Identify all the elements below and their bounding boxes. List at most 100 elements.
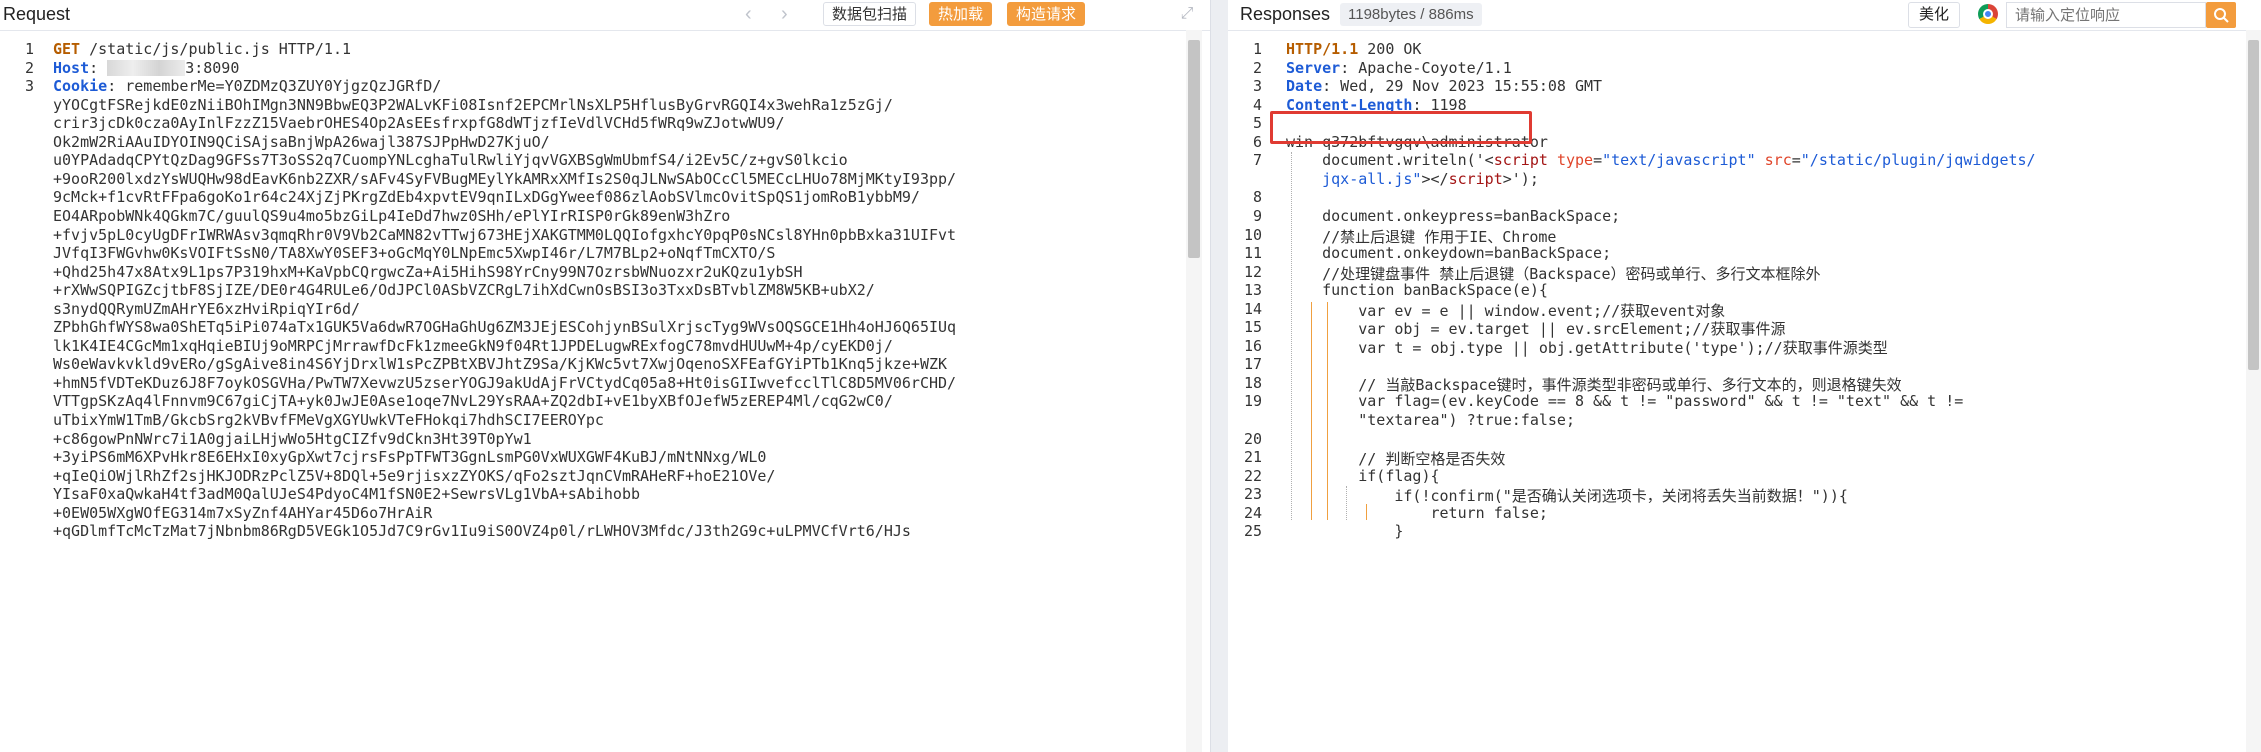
code-token: +0EW05WXgWOfEG314m7xSyZnf4AHYar45D6o7HrA… (53, 503, 433, 522)
indent-guide (1327, 302, 1328, 520)
code-line: +9ooR200lxdzYsWUQHw98dEavK6nb2ZXR/sAFv4S… (53, 170, 956, 188)
code-token: uTbixYmW1TmB/GkcbSrg2kVBvfFMeVgXGYUwkVTe… (53, 411, 604, 429)
code-line: +Qhd25h47x8Atx9L1ps7P319hxM+KaVpbCQrgwcZ… (53, 263, 803, 281)
code-line: +c86gowPnNWrc7i1A0gjaiLHjwWo5HtgCIZfv9dC… (53, 430, 532, 448)
code-token: >'); (1502, 169, 1539, 188)
line-number: 9 (1252, 206, 1262, 225)
code-token: : Wed, 29 Nov 2023 15:55:08 GMT (1322, 77, 1603, 96)
code-line: YIsaF0xaQwkaH4tf3adM0QalUJeS4PdyoC4M1fSN… (53, 485, 640, 503)
line-number: 3 (1252, 77, 1262, 96)
chrome-icon[interactable] (1978, 4, 1998, 24)
beautify-button[interactable]: 美化 (1908, 2, 1961, 28)
prev-arrow-icon[interactable]: ‹ (745, 3, 752, 26)
code-token: Date (1286, 77, 1323, 96)
code-token: type (1556, 151, 1594, 170)
code-line: +rXWwSQPIGZcjtbF8SjIZE/DE0r4G4RULe6/OdJP… (53, 281, 875, 299)
line-number: 16 (1243, 336, 1262, 355)
line-number: 11 (1243, 244, 1262, 263)
code-line: } (1286, 522, 1403, 540)
code-line: +hmN5fVDTeKDuz6J8F7oykOSGVHa/PwTW7XevwzU… (53, 374, 956, 392)
code-token: Server (1286, 58, 1341, 77)
response-scrollbar-thumb[interactable] (2248, 40, 2259, 370)
line-number: 15 (1243, 318, 1262, 337)
line-number: 22 (1243, 466, 1262, 485)
line-number: 10 (1243, 225, 1262, 244)
line-number: 5 (1252, 114, 1262, 133)
line-number: 12 (1243, 262, 1262, 281)
code-line: +qIeQiOWjlRhZf2sjHKJODRzPclZ5V+8DQl+5e9r… (53, 467, 775, 485)
line-number: 7 (1252, 151, 1262, 170)
code-line: document.writeln('<script type="text/jav… (1286, 151, 2036, 170)
code-token: HTTP/1.1 (1286, 40, 1359, 58)
code-line: GET /static/js/public.js HTTP/1.1 (53, 40, 351, 58)
code-token: VTTgpSKzAq4lFnnvm9C67giCjTA+yk0JwJE0Ase1… (53, 392, 893, 411)
code-token: yYOCgtFSRejkdE0zNiiBOhIMgn3NN9BbwEQ3P2WA… (53, 95, 893, 114)
packet-scan-button[interactable]: 数据包扫描 (823, 2, 917, 26)
code-token: ZPbhGhfWYS8wa0ShETq5iPi074aTx1GUK5Va6dwR… (53, 318, 957, 337)
build-request-button[interactable]: 构造请求 (1007, 2, 1086, 26)
code-token: if(flag){ (1286, 466, 1440, 485)
code-token: return false; (1286, 503, 1548, 522)
code-line: Ws0eWavkvkld9vERo/gSgAive8in4S6YjDrxlW1s… (53, 355, 947, 373)
code-token: EO4ARpobWNk4QGkm7C/guulQS9u4mo5bzGiLp4Ie… (53, 206, 731, 225)
indent-guide (1346, 486, 1347, 520)
code-line: function banBackSpace(e){ (1286, 281, 1548, 299)
code-line: +3yiPS6mM6XPvHkr8E6EHxI0xyGpXwt7cjrsFsPp… (53, 448, 766, 466)
code-line: uTbixYmW1TmB/GkcbSrg2kVBvfFMeVgXGYUwkVTe… (53, 411, 604, 429)
code-line: +0EW05WXgWOfEG314m7xSyZnf4AHYar45D6o7HrA… (53, 504, 432, 522)
hot-load-button[interactable]: 热加载 (929, 2, 993, 26)
response-search-input[interactable] (2006, 2, 2206, 28)
code-token: +9ooR200lxdzYsWUQHw98dEavK6nb2ZXR/sAFv4S… (53, 169, 957, 188)
code-line: Server: Apache-Coyote/1.1 (1286, 59, 1512, 77)
code-line: "textarea") ?true:false; (1286, 411, 1575, 429)
indent-guide (1311, 302, 1312, 520)
code-token: = (1593, 151, 1603, 170)
code-line: lk1K4IE4CGcMm1xqHqieBIUj9oMRPCjMrrawfDcF… (53, 337, 893, 355)
line-number: 4 (1252, 95, 1262, 114)
line-number: 1 (1252, 40, 1262, 58)
code-token: +c86gowPnNWrc7i1A0gjaiLHjwWo5HtgCIZfv9dC… (53, 429, 532, 448)
code-token: "/static/plugin/jqwidgets/ (1800, 151, 2036, 170)
line-number: 6 (1252, 132, 1262, 151)
expand-icon[interactable]: ⤢ (1177, 4, 1197, 24)
line-number: 13 (1243, 281, 1262, 300)
redacted-value: [redacted] (107, 60, 186, 77)
code-line: crir3jcDk0cza0AyInlFzzZ15VaebrOHES4Op2As… (53, 114, 785, 132)
code-token: // 判断空格是否失效 (1286, 450, 1506, 469)
next-arrow-icon[interactable]: › (781, 3, 788, 26)
code-line: Host: [redacted]3:8090 (53, 59, 239, 77)
request-toolbar: Request ‹ › 数据包扫描 热加载 构造请求 ⤢ (0, 0, 1210, 31)
line-number: 23 (1243, 485, 1262, 504)
line-number: 8 (1252, 188, 1262, 207)
code-token: +rXWwSQPIGZcjtbF8SjIZE/DE0r4G4RULe6/OdJP… (53, 281, 875, 300)
code-token: Cookie (53, 77, 108, 96)
request-scrollbar-thumb[interactable] (1188, 40, 1200, 258)
code-line: s3nydQQRymUZmAHrYE6xzHviRpiqYIr6d/ (53, 300, 360, 318)
code-line: jqx-all.js"></script>'); (1286, 170, 1539, 188)
code-line: Date: Wed, 29 Nov 2023 15:55:08 GMT (1286, 77, 1602, 95)
line-number: 17 (1243, 355, 1262, 374)
response-size-badge: 1198bytes / 886ms (1340, 3, 1482, 26)
code-line: HTTP/1.1 200 OK (1286, 40, 1421, 58)
code-token: script (1493, 151, 1548, 170)
code-token: +qGDlmfTcMcTzMat7jNbnbm86RgD5VEGk1O5Jd7C… (53, 522, 911, 541)
line-number: 2 (1252, 58, 1262, 77)
code-token: if(!confirm("是否确认关闭选项卡，关闭将丢失当前数据！")){ (1286, 487, 1848, 506)
code-token: src (1764, 151, 1792, 170)
code-token: // 当敲Backspace键时，事件源类型非密码或单行、多行文本的，则退格键失… (1286, 375, 1902, 394)
search-button[interactable] (2206, 2, 2236, 28)
code-token: : Apache-Coyote/1.1 (1340, 58, 1512, 77)
pane-splitter[interactable] (1210, 0, 1230, 752)
code-token: var flag=(ev.keyCode == 8 && t != "passw… (1286, 392, 1964, 411)
code-token: /static/js/public.js HTTP/1.1 (80, 40, 352, 58)
code-line: JVfqI3FWGvhw0KsVOIFtSsN0/TA8XwY0SEF3+oGc… (53, 244, 775, 262)
code-token: "text/javascript" (1602, 151, 1756, 170)
line-number: 1 (24, 40, 34, 58)
code-token: +qIeQiOWjlRhZf2sjHKJODRzPclZ5V+8DQl+5e9r… (53, 466, 776, 485)
highlight-box (1270, 111, 1532, 144)
code-line: Ok2mW2RiAAuIDYOIN9QCiSAjsaBnjWpA26wajl38… (53, 133, 550, 151)
code-line: EO4ARpobWNk4QGkm7C/guulQS9u4mo5bzGiLp4Ie… (53, 207, 730, 225)
line-number: 2 (24, 58, 34, 77)
code-token: //处理键盘事件 禁止后退键（Backspace）密码或单行、多行文本框除外 (1286, 264, 1821, 283)
